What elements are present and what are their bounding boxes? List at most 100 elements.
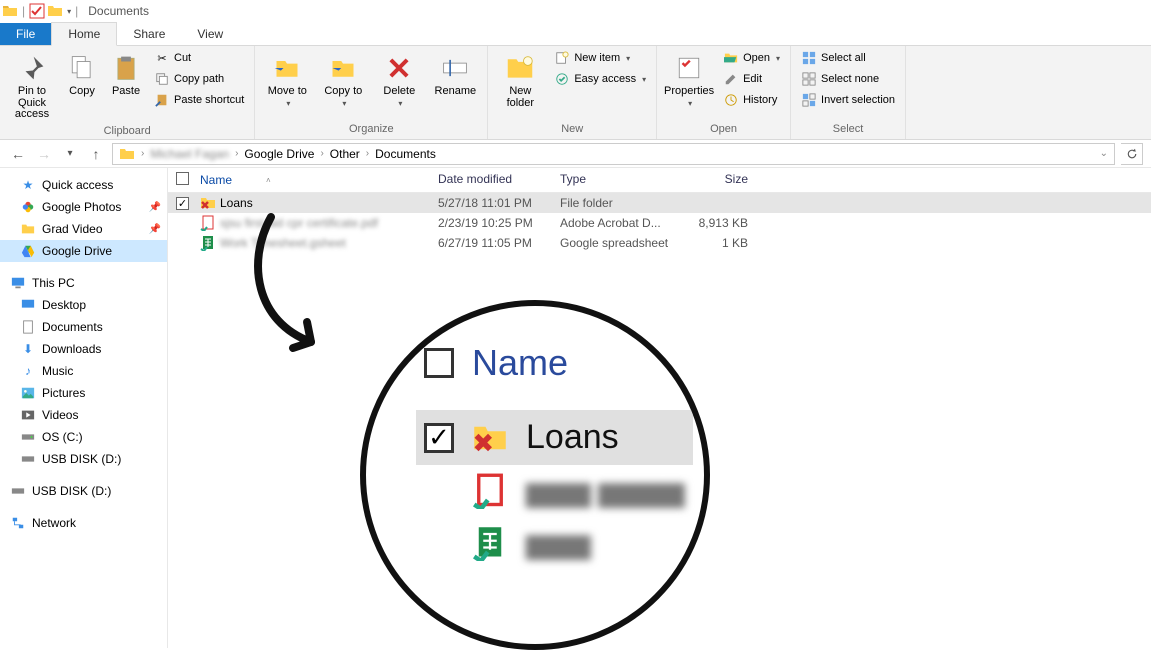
nav-downloads[interactable]: ⬇ Downloads (0, 338, 167, 360)
pictures-icon (20, 385, 36, 401)
copy-icon (66, 52, 98, 84)
refresh-button[interactable] (1121, 143, 1143, 165)
move-to-button[interactable]: Move to▾ (261, 48, 313, 112)
zoom-row-loans: ✓ Loans (416, 410, 693, 465)
ribbon-group-clipboard: Pin to Quick access Copy Paste ✂ Cut (0, 46, 255, 139)
cut-icon: ✂ (154, 50, 170, 66)
open-button[interactable]: Open▾ (719, 48, 784, 68)
nav-network[interactable]: Network (0, 512, 167, 534)
col-header-type[interactable]: Type (560, 172, 678, 188)
nav-os-c[interactable]: OS (C:) (0, 426, 167, 448)
tab-home[interactable]: Home (51, 22, 117, 46)
nav-google-drive[interactable]: Google Drive (0, 240, 167, 262)
nav-pictures[interactable]: Pictures (0, 382, 167, 404)
ribbon-group-open: Properties▾ Open▾ Edit (657, 46, 791, 139)
usb-icon (10, 483, 26, 499)
col-header-date[interactable]: Date modified (438, 172, 560, 188)
zoom-header-checkbox (424, 348, 454, 378)
pin-to-quick-access-button[interactable]: Pin to Quick access (6, 48, 58, 125)
file-row-loans[interactable]: ✓ Loans 5/27/18 11:01 PM File folder (168, 193, 1151, 213)
sort-indicator-icon: ˄ (266, 176, 271, 185)
file-type: File folder (560, 196, 678, 210)
select-none-icon (801, 71, 817, 87)
annotation-arrow (236, 212, 396, 362)
gsheet-sync-icon (200, 235, 216, 251)
pin-icon (16, 52, 48, 84)
nav-google-photos[interactable]: Google Photos 📌 (0, 196, 167, 218)
nav-quick-access[interactable]: ★ Quick access (0, 174, 167, 196)
nav-this-pc[interactable]: This PC (0, 272, 167, 294)
file-type: Google spreadsheet (560, 236, 678, 250)
address-bar: ← → ▾ ↑ › Michael Fagan › Google Drive ›… (0, 140, 1151, 168)
zoom-item-name: Loans (526, 418, 619, 457)
new-folder-icon (504, 52, 536, 84)
file-date: 5/27/18 11:01 PM (438, 196, 560, 210)
easy-access-button[interactable]: Easy access▾ (550, 69, 650, 89)
paste-button[interactable]: Paste (106, 48, 146, 102)
breadcrumb-item-3[interactable]: Documents (371, 147, 440, 161)
titlebar-dropdown-icon[interactable]: ▾ (67, 7, 71, 16)
drive-icon (20, 429, 36, 445)
breadcrumb-item-1[interactable]: Google Drive (240, 147, 318, 161)
cut-button[interactable]: ✂ Cut (150, 48, 248, 68)
titlebar: | ▾ | Documents (0, 0, 1151, 22)
tab-file[interactable]: File (0, 23, 51, 45)
new-item-button[interactable]: New item▾ (550, 48, 650, 68)
nav-recent-button[interactable]: ▾ (60, 144, 80, 164)
zoom-header-row: Name (416, 326, 693, 410)
edit-button[interactable]: Edit (719, 69, 784, 89)
zoom-gsheet-icon (472, 525, 508, 561)
new-folder-button[interactable]: New folder (494, 48, 546, 113)
paste-shortcut-button[interactable]: Paste shortcut (150, 90, 248, 110)
nav-forward-button[interactable]: → (34, 144, 54, 164)
nav-videos[interactable]: Videos (0, 404, 167, 426)
col-header-checkbox[interactable] (176, 172, 200, 188)
open-icon (723, 50, 739, 66)
move-to-icon (271, 52, 303, 84)
rename-button[interactable]: Rename (429, 48, 481, 102)
folder2-icon (47, 3, 63, 19)
videos-icon (20, 407, 36, 423)
select-all-button[interactable]: Select all (797, 48, 899, 68)
col-header-name[interactable]: Name ˄ (200, 172, 438, 188)
copy-path-button[interactable]: Copy path (150, 69, 248, 89)
file-type: Adobe Acrobat D... (560, 216, 678, 230)
nav-back-button[interactable]: ← (8, 144, 28, 164)
network-icon (10, 515, 26, 531)
history-button[interactable]: History (719, 90, 784, 110)
breadcrumb-item-0[interactable]: Michael Fagan (146, 147, 233, 161)
nav-documents[interactable]: Documents (0, 316, 167, 338)
properties-button[interactable]: Properties▾ (663, 48, 715, 112)
file-name: Loans (220, 196, 253, 210)
breadcrumb[interactable]: › Michael Fagan › Google Drive › Other ›… (112, 143, 1115, 165)
pdf-sync-icon (200, 215, 216, 231)
zoom-callout: Name ✓ Loans ▆▆▆ ▆▆▆▆ ▆▆▆ (360, 300, 710, 650)
folder-icon (20, 221, 36, 237)
delete-button[interactable]: Delete▾ (373, 48, 425, 112)
breadcrumb-dropdown-icon[interactable]: ⌄ (1096, 148, 1112, 159)
breadcrumb-item-2[interactable]: Other (326, 147, 364, 161)
google-photos-icon (20, 199, 36, 215)
nav-usb-d-1[interactable]: USB DISK (D:) (0, 448, 167, 470)
nav-grad-video[interactable]: Grad Video 📌 (0, 218, 167, 240)
window-title: Documents (88, 4, 149, 18)
copy-to-button[interactable]: Copy to▾ (317, 48, 369, 112)
usb-icon (20, 451, 36, 467)
nav-music[interactable]: ♪ Music (0, 360, 167, 382)
tab-view[interactable]: View (181, 23, 239, 45)
desktop-icon (20, 297, 36, 313)
row-checkbox[interactable]: ✓ (176, 197, 189, 210)
breadcrumb-root-icon[interactable] (115, 146, 139, 162)
select-all-icon (801, 50, 817, 66)
copy-button[interactable]: Copy (62, 48, 102, 102)
col-header-size[interactable]: Size (678, 172, 748, 188)
nav-up-button[interactable]: ↑ (86, 144, 106, 164)
copy-path-icon (154, 71, 170, 87)
group-label-clipboard: Clipboard (6, 125, 248, 139)
nav-desktop[interactable]: Desktop (0, 294, 167, 316)
invert-selection-button[interactable]: Invert selection (797, 90, 899, 110)
nav-usb-d-2[interactable]: USB DISK (D:) (0, 480, 167, 502)
tab-share[interactable]: Share (117, 23, 181, 45)
pin-icon: 📌 (149, 202, 161, 213)
select-none-button[interactable]: Select none (797, 69, 899, 89)
